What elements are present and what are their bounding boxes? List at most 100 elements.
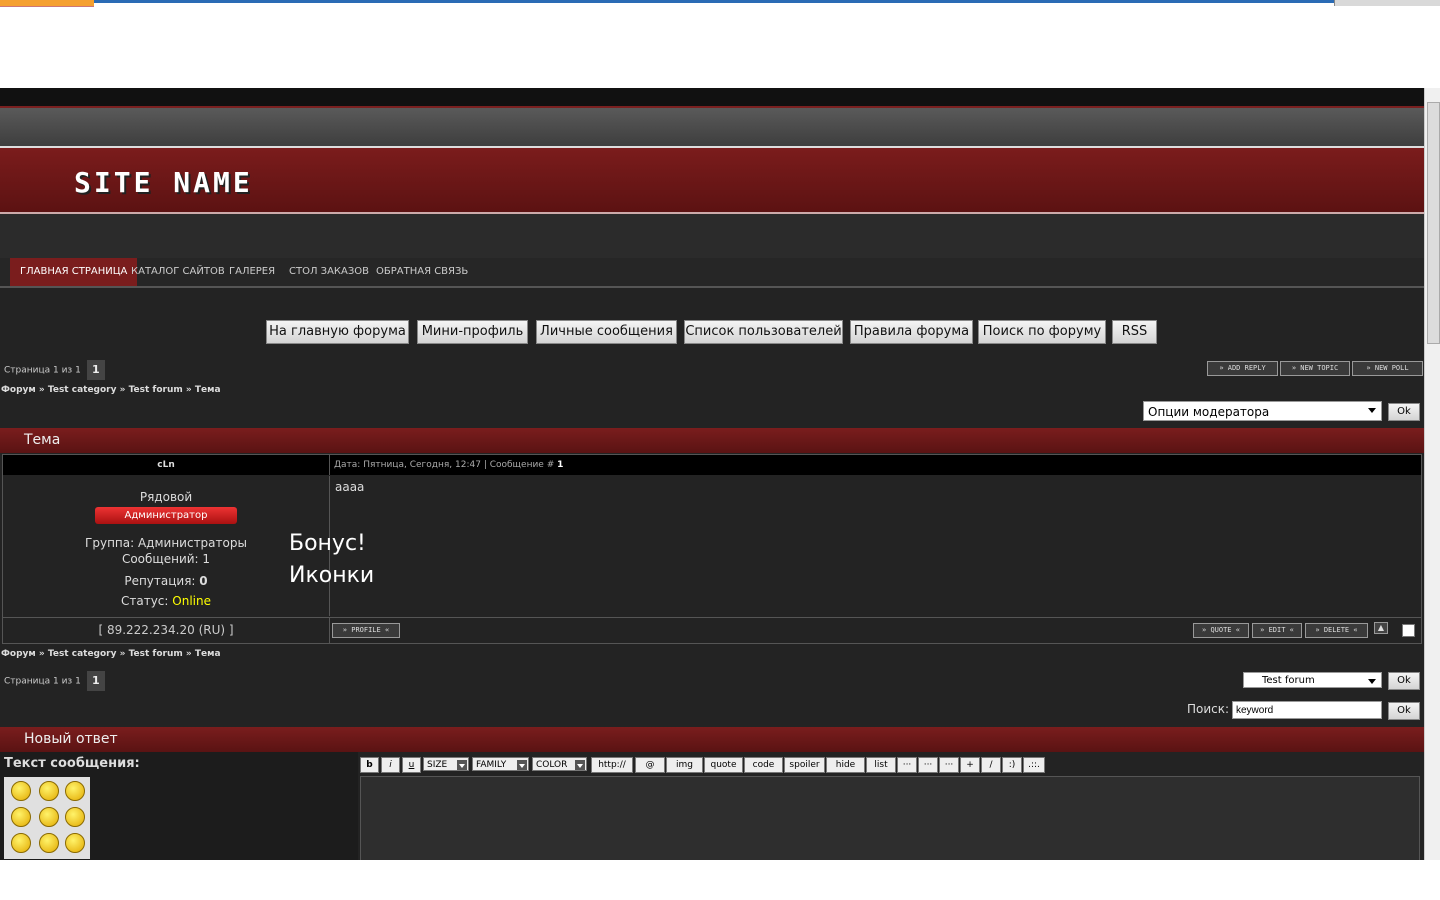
moderator-options-select[interactable]: Опции модератора (1143, 401, 1382, 421)
smiley-wink-icon[interactable] (39, 807, 59, 827)
user-list-button[interactable]: Список пользователей (684, 320, 843, 344)
author-status: Статус: Online (120, 594, 211, 608)
smiley-angry-icon[interactable] (11, 781, 31, 801)
search-input[interactable] (1232, 701, 1382, 719)
hide-button[interactable]: hide (826, 757, 865, 773)
email-button[interactable]: @ (635, 757, 665, 773)
add-reply-button[interactable]: » ADD REPLY (1207, 361, 1278, 376)
underline-button[interactable]: u (402, 757, 421, 773)
smiley-happy-icon[interactable] (39, 833, 59, 853)
breadcrumb-subforum[interactable]: Test forum (129, 385, 183, 395)
reply-header: Новый ответ (0, 727, 1424, 752)
author-messages: Сообщений: 1 (121, 552, 211, 566)
scroll-up-icon[interactable]: ▲ (1374, 622, 1388, 634)
jump-ok-button[interactable]: Ok (1388, 672, 1420, 690)
breadcrumb-subforum[interactable]: Test forum (129, 649, 183, 659)
pager-label: Страница 1 из 1 (4, 365, 81, 376)
post-body: aaaa (330, 476, 1421, 616)
annotation-bonus: Бонус! (289, 531, 366, 556)
align-center-button[interactable]: ··· (918, 757, 938, 773)
list-button[interactable]: list (866, 757, 896, 773)
smiley-sad-icon[interactable] (11, 833, 31, 853)
nav-feedback[interactable]: ОБРАТНАЯ СВЯЗЬ (366, 258, 478, 286)
smiley-grin-icon[interactable] (39, 781, 59, 801)
moderator-ok-button[interactable]: Ok (1388, 403, 1420, 421)
header-spacer (0, 214, 1424, 258)
increase-button[interactable]: + (960, 757, 980, 773)
breadcrumb-category[interactable]: Test category (48, 385, 117, 395)
color-select[interactable]: COLOR (532, 757, 587, 771)
chevron-down-icon (575, 760, 585, 770)
mini-profile-button[interactable]: Мини-профиль (417, 320, 528, 344)
post-footer: » PROFILE « » QUOTE « » EDIT « » DELETE … (330, 617, 1421, 644)
profile-button[interactable]: » PROFILE « (332, 623, 400, 638)
delete-button[interactable]: » DELETE « (1305, 623, 1368, 638)
smilies-panel (4, 777, 90, 859)
breadcrumb-forum[interactable]: Форум (1, 385, 36, 395)
private-messages-button[interactable]: Личные сообщения (536, 320, 677, 344)
align-right-button[interactable]: ··· (939, 757, 959, 773)
forum-home-button[interactable]: На главную форума (266, 320, 409, 344)
post-text: aaaa (335, 480, 365, 494)
smiley-smile-icon[interactable] (65, 807, 85, 827)
font-family-select[interactable]: FAMILY (472, 757, 529, 771)
smiley-surprised-icon[interactable] (65, 833, 85, 853)
browser-window-controls[interactable] (1334, 0, 1440, 6)
browser-tab[interactable] (0, 0, 94, 7)
translit-button[interactable]: .::. (1023, 757, 1045, 773)
page-number[interactable]: 1 (86, 360, 105, 380)
smiley-button[interactable]: :) (1002, 757, 1022, 773)
nav-gallery[interactable]: ГАЛЕРЕЯ (219, 258, 285, 286)
post-meta: Дата: Пятница, Сегодня, 12:47 | Сообщени… (330, 455, 1421, 475)
breadcrumb-topic[interactable]: Тема (195, 385, 221, 395)
author-info: Рядовой Администратор Группа: Администра… (3, 476, 330, 616)
quote-tag-button[interactable]: quote (704, 757, 743, 773)
image-button[interactable]: img (666, 757, 703, 773)
quote-button[interactable]: » QUOTE « (1193, 623, 1249, 638)
url-button[interactable]: http:// (591, 757, 633, 773)
breadcrumb-forum[interactable]: Форум (1, 649, 36, 659)
topic-header: Тема (0, 428, 1424, 453)
site-logo[interactable]: SITE NAME (74, 166, 253, 199)
header-grey-band (0, 108, 1424, 148)
breadcrumb-topic[interactable]: Тема (195, 649, 221, 659)
code-tag-button[interactable]: code (744, 757, 783, 773)
nav-home[interactable]: ГЛАВНАЯ СТРАНИЦА (10, 258, 138, 286)
annotation-icons: Иконки (289, 563, 375, 588)
smiley-shocked-icon[interactable] (11, 807, 31, 827)
header-logo-band: SITE NAME (0, 148, 1424, 214)
forum-rules-button[interactable]: Правила форума (850, 320, 973, 344)
breadcrumb-bottom: Форум » Test category » Test forum » Тем… (1, 649, 221, 659)
page-number[interactable]: 1 (86, 671, 105, 691)
browser-top-strip (0, 0, 1440, 88)
breadcrumb: Форум » Test category » Test forum » Тем… (1, 385, 221, 395)
jump-forum-select[interactable]: Test forum (1243, 672, 1382, 688)
rss-button[interactable]: RSS (1112, 320, 1157, 344)
forum-post: cLn Дата: Пятница, Сегодня, 12:47 | Сооб… (2, 454, 1422, 644)
search-ok-button[interactable]: Ok (1388, 702, 1420, 720)
author-rank: Рядовой (139, 490, 193, 504)
pager-top: Страница 1 из 1 1 (4, 360, 105, 380)
post-author[interactable]: cLn (3, 455, 330, 475)
nav-orders[interactable]: СТОЛ ЗАКАЗОВ (279, 258, 379, 286)
breadcrumb-category[interactable]: Test category (48, 649, 117, 659)
spoiler-button[interactable]: spoiler (784, 757, 825, 773)
browser-title-bar (0, 0, 1440, 3)
select-post-checkbox[interactable] (1402, 624, 1415, 637)
smiley-cool-icon[interactable] (65, 781, 85, 801)
slash-button[interactable]: / (981, 757, 1001, 773)
message-textarea[interactable] (360, 776, 1420, 860)
align-left-button[interactable]: ··· (897, 757, 917, 773)
new-topic-button[interactable]: » NEW TOPIC (1280, 361, 1350, 376)
nav-catalog[interactable]: КАТАЛОГ САЙТОВ (121, 258, 235, 286)
bold-button[interactable]: b (360, 757, 379, 773)
size-select[interactable]: SIZE (423, 757, 469, 771)
scrollbar-thumb[interactable] (1427, 102, 1440, 344)
italic-button[interactable]: i (381, 757, 400, 773)
page-scrollbar[interactable] (1424, 88, 1440, 860)
new-poll-button[interactable]: » NEW POLL (1352, 361, 1423, 376)
pager-bottom: Страница 1 из 1 1 (4, 671, 105, 691)
author-group: Группа: Администраторы (85, 536, 247, 550)
forum-search-button[interactable]: Поиск по форуму (978, 320, 1106, 344)
edit-button[interactable]: » EDIT « (1252, 623, 1302, 638)
